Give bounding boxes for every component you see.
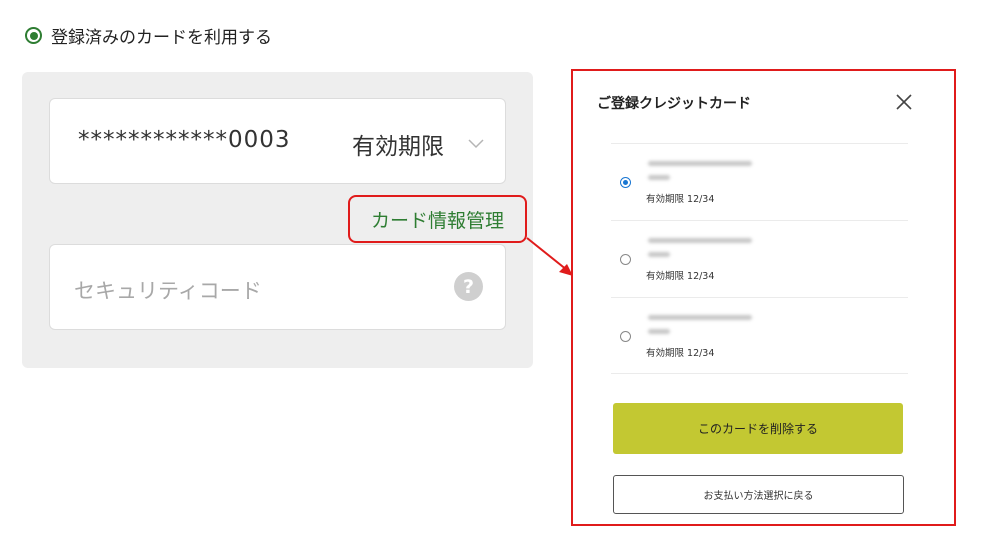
card-radio-selected[interactable] [620,177,631,188]
help-icon[interactable]: ? [454,272,483,301]
card-expiry: 有効期限 12/34 [646,194,715,205]
back-to-payment-button[interactable]: お支払い方法選択に戻る [613,475,904,514]
card-management-label: カード情報管理 [370,209,504,232]
expiry-label: 有効期限 [352,134,444,160]
radio-selected-icon[interactable] [25,27,42,44]
card-radio[interactable] [620,254,631,265]
card-select-dropdown[interactable]: ************0003 有効期限 [49,98,506,184]
modal-title: ご登録クレジットカード [597,96,751,112]
card-panel: ************0003 有効期限 カード情報管理 セキュリティコード … [22,72,533,368]
chevron-down-icon [468,139,484,149]
card-list-item[interactable]: 有効期限 12/34 [611,220,908,297]
close-icon[interactable] [895,93,913,111]
masked-card-brand [648,252,670,257]
masked-card-number [648,161,752,166]
use-registered-card-label: 登録済みのカードを利用する [51,28,272,48]
masked-card-number [648,315,752,320]
use-registered-card-option[interactable]: 登録済みのカードを利用する [25,23,272,48]
card-management-link[interactable]: カード情報管理 [348,195,527,243]
masked-card-brand [648,175,670,180]
card-list: 有効期限 12/34 有効期限 12/34 有効期限 12/34 [611,143,908,374]
card-expiry: 有効期限 12/34 [646,271,715,282]
card-radio[interactable] [620,331,631,342]
delete-card-button[interactable]: このカードを削除する [613,403,903,454]
security-code-placeholder: セキュリティコード [74,279,262,303]
card-list-item[interactable]: 有効期限 12/34 [611,143,908,220]
masked-card-brand [648,329,670,334]
card-expiry: 有効期限 12/34 [646,348,715,359]
registered-cards-modal: ご登録クレジットカード 有効期限 12/34 有効期限 12/34 有効期限 1… [571,69,956,526]
card-number: ************0003 [78,127,291,153]
masked-card-number [648,238,752,243]
card-list-item[interactable]: 有効期限 12/34 [611,297,908,374]
security-code-input[interactable]: セキュリティコード ? [49,244,506,330]
